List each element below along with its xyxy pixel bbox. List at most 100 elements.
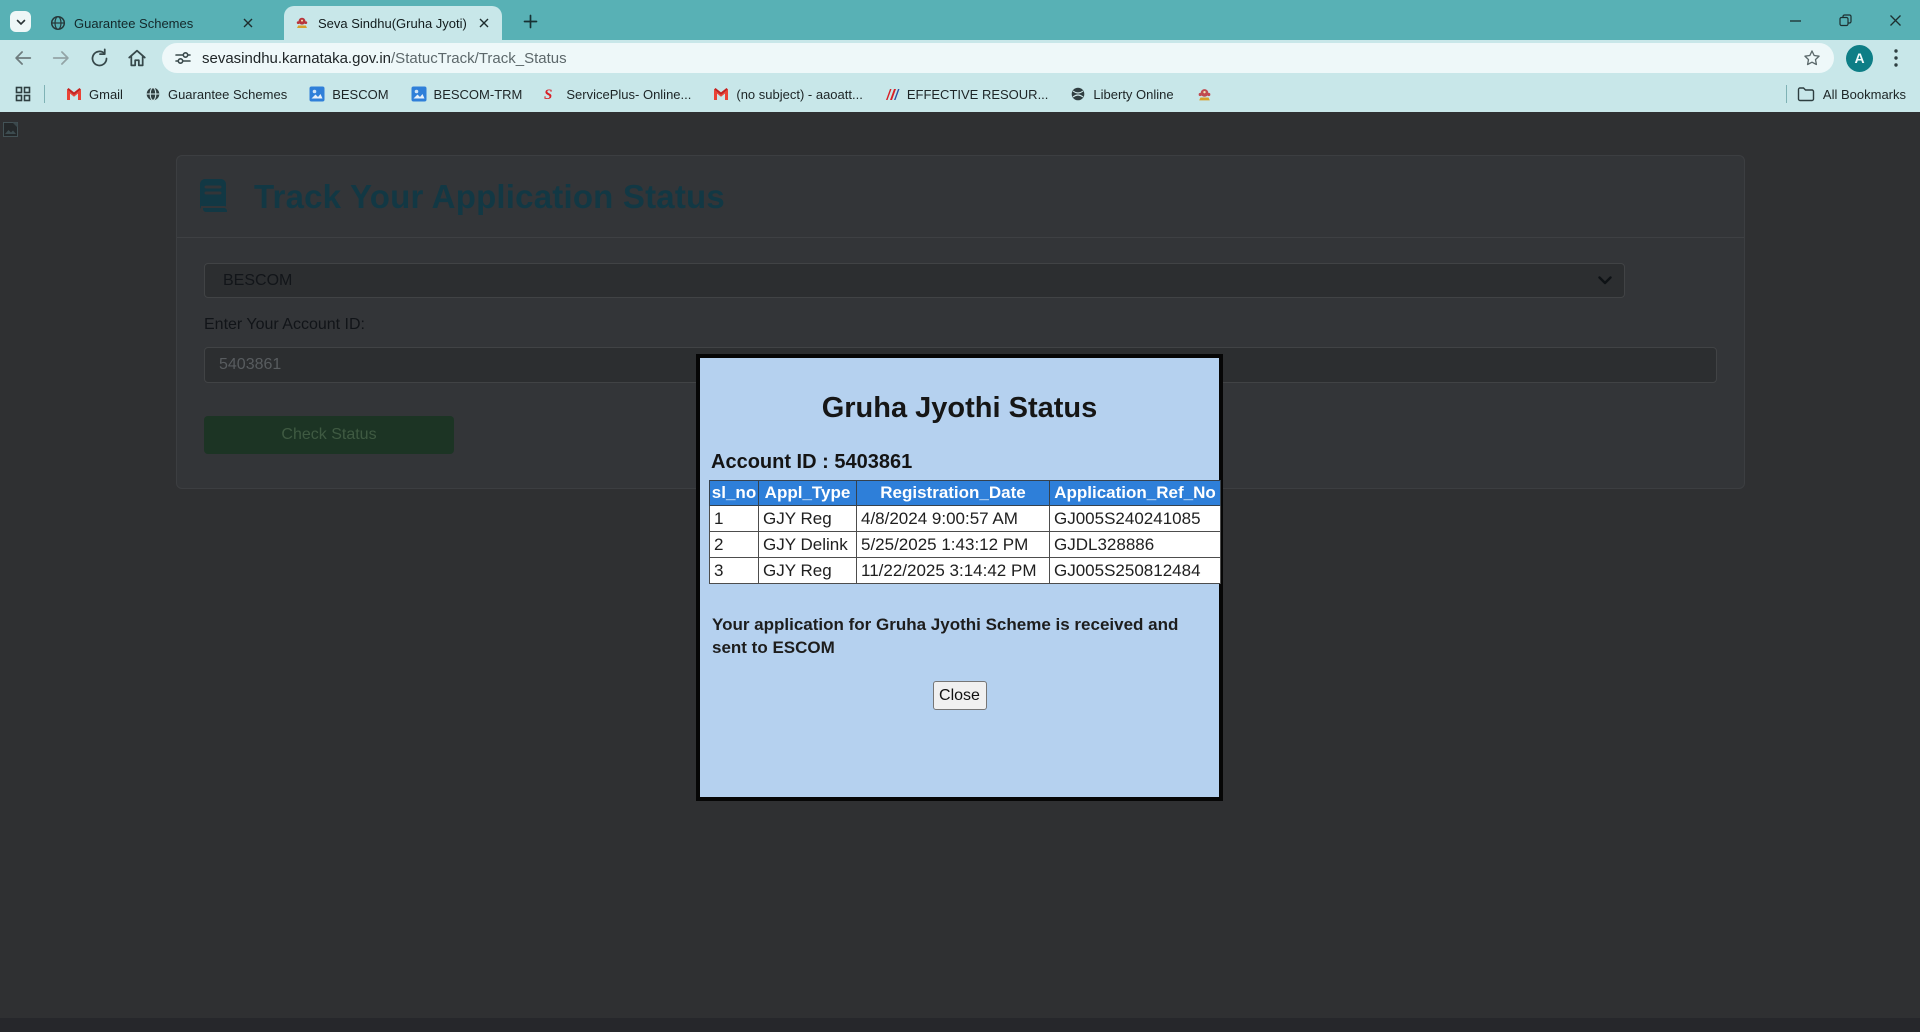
serviceplus-icon: S bbox=[544, 86, 559, 102]
globe-icon bbox=[145, 86, 161, 102]
bookmark-label: Guarantee Schemes bbox=[168, 87, 287, 102]
bookmark-guarantee-schemes[interactable]: Guarantee Schemes bbox=[145, 86, 287, 102]
status-message-line: Your application for Gruha Jyothi Scheme… bbox=[712, 613, 1194, 636]
tab-close-icon[interactable] bbox=[240, 15, 256, 31]
bookmark-label: BESCOM bbox=[332, 87, 388, 102]
cell-appl-type: GJY Reg bbox=[759, 558, 857, 584]
tab-close-icon[interactable] bbox=[476, 15, 492, 31]
url-path: /StatucTrack/Track_Status bbox=[391, 50, 567, 67]
tab-strip: Guarantee Schemes Seva Sindhu(Gruha Jyot… bbox=[0, 0, 1920, 40]
close-button[interactable]: Close bbox=[933, 681, 987, 710]
tab-title: Seva Sindhu(Gruha Jyoti) bbox=[318, 16, 468, 31]
home-button[interactable] bbox=[122, 43, 152, 73]
bookmark-liberty-online[interactable]: Liberty Online bbox=[1070, 86, 1173, 102]
bookmark-label: Liberty Online bbox=[1093, 87, 1173, 102]
account-id-label: Enter Your Account ID: bbox=[204, 316, 365, 334]
bookmark-label: EFFECTIVE RESOUR... bbox=[907, 87, 1049, 102]
folder-icon bbox=[1797, 87, 1815, 102]
cell-application-ref-no: GJ005S240241085 bbox=[1050, 506, 1221, 532]
gmail-icon bbox=[66, 87, 82, 101]
browser-window: Guarantee Schemes Seva Sindhu(Gruha Jyot… bbox=[0, 0, 1920, 1032]
cell-sl-no: 2 bbox=[710, 532, 759, 558]
chevron-down-icon bbox=[1598, 276, 1612, 285]
bookmark-label: Gmail bbox=[89, 87, 123, 102]
bookmark-gmail[interactable]: Gmail bbox=[66, 87, 123, 102]
table-row: 3 GJY Reg 11/22/2025 3:14:42 PM GJ005S25… bbox=[710, 558, 1221, 584]
bookmarks-bar: Gmail Guarantee Schemes BESCOM BESCOM-TR… bbox=[0, 76, 1920, 112]
site-settings-icon[interactable] bbox=[174, 49, 192, 67]
globe-icon bbox=[50, 15, 66, 31]
url-domain: sevasindhu.karnataka.gov.in bbox=[202, 50, 391, 67]
url-text[interactable]: sevasindhu.karnataka.gov.in/StatucTrack/… bbox=[202, 50, 1802, 67]
cell-sl-no: 1 bbox=[710, 506, 759, 532]
bookmark-label: (no subject) - aaoatt... bbox=[736, 87, 862, 102]
gmail-icon bbox=[713, 87, 729, 101]
cell-sl-no: 3 bbox=[710, 558, 759, 584]
bookmark-no-subject[interactable]: (no subject) - aaoatt... bbox=[713, 87, 862, 102]
restore-button[interactable] bbox=[1820, 0, 1870, 40]
bookmarks-separator bbox=[44, 85, 45, 103]
bookmark-serviceplus[interactable]: S ServicePlus- Online... bbox=[544, 86, 691, 102]
apps-grid-icon[interactable] bbox=[12, 83, 34, 105]
table-header-row: sl_no Appl_Type Registration_Date Applic… bbox=[710, 481, 1221, 506]
tab-seva-sindhu[interactable]: Seva Sindhu(Gruha Jyoti) bbox=[284, 6, 502, 40]
browser-menu-button[interactable] bbox=[1883, 45, 1909, 71]
close-window-button[interactable] bbox=[1870, 0, 1920, 40]
status-message: Your application for Gruha Jyothi Scheme… bbox=[712, 613, 1194, 659]
tab-search-button[interactable] bbox=[10, 11, 31, 32]
modal-account-id: Account ID : 5403861 bbox=[711, 451, 1219, 474]
bookmark-emblem[interactable] bbox=[1196, 86, 1213, 103]
col-appl-type: Appl_Type bbox=[759, 481, 857, 506]
page-viewport: Track Your Application Status BESCOM Ent… bbox=[0, 112, 1920, 1032]
gruha-jyothi-status-modal: Gruha Jyothi Status Account ID : 5403861… bbox=[696, 354, 1223, 801]
table-row: 1 GJY Reg 4/8/2024 9:00:57 AM GJ005S2402… bbox=[710, 506, 1221, 532]
effective-icon bbox=[885, 87, 900, 102]
profile-avatar[interactable]: A bbox=[1846, 45, 1873, 72]
address-bar[interactable]: sevasindhu.karnataka.gov.in/StatucTrack/… bbox=[162, 43, 1834, 73]
bottom-strip bbox=[0, 1018, 1920, 1032]
browser-toolbar: sevasindhu.karnataka.gov.in/StatucTrack/… bbox=[0, 40, 1920, 76]
tab-title: Guarantee Schemes bbox=[74, 16, 232, 31]
cell-registration-date: 11/22/2025 3:14:42 PM bbox=[857, 558, 1050, 584]
card-header: Track Your Application Status bbox=[177, 156, 1744, 238]
reload-button[interactable] bbox=[84, 43, 114, 73]
new-tab-button[interactable] bbox=[518, 9, 542, 33]
bookmark-bescom-trm[interactable]: BESCOM-TRM bbox=[411, 86, 523, 102]
karnataka-emblem-icon bbox=[1196, 86, 1213, 103]
check-status-button[interactable]: Check Status bbox=[204, 416, 454, 454]
selected-escom-value: BESCOM bbox=[223, 272, 1598, 290]
cell-registration-date: 5/25/2025 1:43:12 PM bbox=[857, 532, 1050, 558]
col-registration-date: Registration_Date bbox=[857, 481, 1050, 506]
page-title: Track Your Application Status bbox=[254, 178, 725, 216]
broken-image-icon bbox=[3, 122, 18, 137]
bookmark-label: BESCOM-TRM bbox=[434, 87, 523, 102]
bookmark-label: ServicePlus- Online... bbox=[566, 87, 691, 102]
book-icon bbox=[198, 177, 230, 217]
all-bookmarks[interactable]: All Bookmarks bbox=[1776, 85, 1906, 103]
col-sl-no: sl_no bbox=[710, 481, 759, 506]
bookmark-star-icon[interactable] bbox=[1802, 48, 1822, 68]
table-row: 2 GJY Delink 5/25/2025 1:43:12 PM GJDL32… bbox=[710, 532, 1221, 558]
all-bookmarks-label: All Bookmarks bbox=[1823, 87, 1906, 102]
back-button[interactable] bbox=[8, 43, 38, 73]
cell-appl-type: GJY Delink bbox=[759, 532, 857, 558]
col-application-ref-no: Application_Ref_No bbox=[1050, 481, 1221, 506]
svg-text:S: S bbox=[544, 87, 552, 102]
cell-appl-type: GJY Reg bbox=[759, 506, 857, 532]
status-table: sl_no Appl_Type Registration_Date Applic… bbox=[709, 480, 1221, 584]
bookmark-effective-resour[interactable]: EFFECTIVE RESOUR... bbox=[885, 87, 1049, 102]
bescom-icon bbox=[309, 86, 325, 102]
window-controls bbox=[1770, 0, 1920, 40]
account-id-value: 5403861 bbox=[219, 356, 281, 374]
forward-button[interactable] bbox=[46, 43, 76, 73]
tab-guarantee-schemes[interactable]: Guarantee Schemes bbox=[40, 6, 266, 40]
status-message-line: sent to ESCOM bbox=[712, 636, 1194, 659]
modal-title: Gruha Jyothi Status bbox=[700, 392, 1219, 425]
bescom-icon bbox=[411, 86, 427, 102]
bookmarks-separator bbox=[1786, 85, 1787, 103]
bookmark-bescom[interactable]: BESCOM bbox=[309, 86, 388, 102]
minimize-button[interactable] bbox=[1770, 0, 1820, 40]
globe-icon bbox=[1070, 86, 1086, 102]
escom-select[interactable]: BESCOM bbox=[204, 263, 1625, 298]
chevron-down-icon bbox=[15, 16, 27, 28]
